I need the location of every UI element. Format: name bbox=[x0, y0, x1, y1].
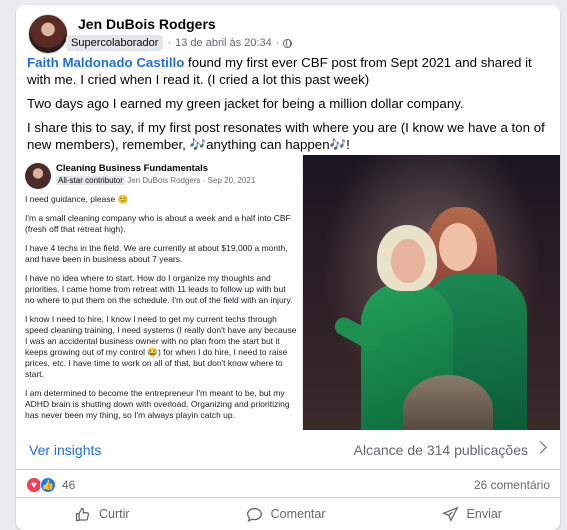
embedded-badge: All-star contributor bbox=[56, 176, 125, 185]
mention-link[interactable]: Faith Maldonado Castillo bbox=[27, 55, 184, 70]
person-face bbox=[439, 223, 477, 271]
send-button[interactable]: Enviar bbox=[428, 502, 516, 527]
embedded-paragraph: I am determined to become the entreprene… bbox=[25, 388, 290, 420]
embedded-author: Jen DuBois Rodgers bbox=[127, 176, 201, 185]
embedded-avatar bbox=[25, 163, 51, 189]
post-paragraph-2: Two days ago I earned my green jacket fo… bbox=[27, 96, 464, 111]
embedded-paragraph: I have no idea where to start. How do I … bbox=[25, 273, 293, 305]
post-paragraph-3: I share this to say, if my first post re… bbox=[27, 120, 545, 152]
embedded-sep: · bbox=[202, 176, 206, 185]
embedded-meta: All-star contributor Jen DuBois Rodgers … bbox=[56, 176, 255, 185]
embedded-paragraph: I know I need to hire, I know I need to … bbox=[25, 314, 297, 379]
chevron-right-icon[interactable] bbox=[534, 441, 547, 454]
comment-icon bbox=[246, 507, 262, 522]
send-label: Enviar bbox=[466, 507, 502, 521]
embedded-post-screenshot[interactable]: Cleaning Business Fundamentals All-star … bbox=[16, 155, 303, 430]
like-label: Curtir bbox=[99, 507, 130, 521]
action-bar: Curtir Comentar Enviar bbox=[16, 497, 560, 530]
meta-dot: · bbox=[275, 37, 280, 49]
post-paragraph-1: Faith Maldonado Castillo found my first … bbox=[27, 54, 547, 88]
post-meta: Supercolaborador · 13 de abril às 20:34 … bbox=[66, 35, 293, 51]
embedded-paragraph: I'm a small cleaning company who is abou… bbox=[25, 213, 291, 234]
embedded-group-name: Cleaning Business Fundamentals bbox=[56, 163, 209, 174]
embedded-paragraph: I have 4 techs in the field. We are curr… bbox=[25, 243, 288, 264]
award-photo[interactable] bbox=[303, 155, 560, 430]
post-text: Faith Maldonado Castillo found my first … bbox=[27, 54, 547, 160]
reactions-summary[interactable]: ♥ 👍 46 bbox=[26, 477, 75, 493]
like-reaction-icon: 👍 bbox=[40, 477, 56, 493]
embedded-paragraph: I need guidance, please 😊 bbox=[25, 194, 129, 204]
comment-button[interactable]: Comentar bbox=[232, 502, 340, 527]
insights-bar: Ver insights Alcance de 314 publicações bbox=[16, 430, 560, 470]
globe-icon bbox=[283, 38, 293, 48]
like-button[interactable]: Curtir bbox=[60, 502, 144, 527]
contributor-badge[interactable]: Supercolaborador bbox=[66, 35, 164, 51]
author-name[interactable]: Jen DuBois Rodgers bbox=[78, 16, 216, 32]
comments-count[interactable]: 26 comentário bbox=[474, 478, 550, 492]
author-avatar[interactable] bbox=[28, 14, 68, 54]
person-face bbox=[391, 239, 425, 283]
comment-label: Comentar bbox=[270, 507, 326, 521]
reach-count[interactable]: Alcance de 314 publicações bbox=[354, 442, 528, 458]
view-insights-link[interactable]: Ver insights bbox=[29, 442, 101, 458]
reactions-count: 46 bbox=[62, 478, 76, 492]
post-media: Cleaning Business Fundamentals All-star … bbox=[16, 155, 560, 430]
send-icon bbox=[441, 505, 459, 522]
embedded-body: I need guidance, please 😊 I'm a small cl… bbox=[25, 194, 297, 429]
thumbs-up-icon bbox=[75, 507, 90, 521]
post-timestamp[interactable]: 13 de abril às 20:34 bbox=[175, 37, 272, 49]
meta-dot: · bbox=[167, 37, 172, 49]
embedded-date: Sep 20, 2021 bbox=[207, 176, 256, 185]
post-card: Jen DuBois Rodgers Supercolaborador · 13… bbox=[16, 5, 560, 530]
